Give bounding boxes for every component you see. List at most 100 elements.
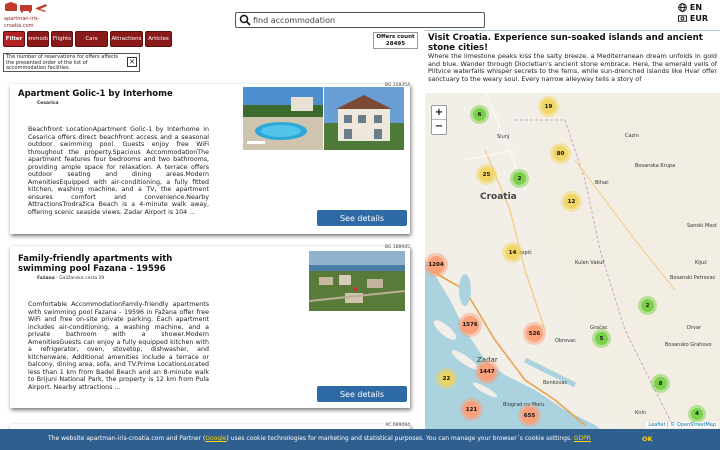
map-background — [425, 30, 720, 450]
map[interactable]: Croatia Bihać Slunj Gospić Zadar Obrovac… — [425, 30, 720, 450]
logo-travel-icons — [5, 2, 47, 13]
cookie-banner: The website apartman-iris-croatia.com an… — [0, 429, 720, 450]
search-icon — [239, 14, 251, 26]
currency-selector[interactable]: EUR — [677, 13, 708, 24]
map-attribution[interactable]: Leaflet | © OpenStreetMap — [646, 422, 718, 428]
map-cluster-marker[interactable]: 2 — [513, 172, 526, 185]
map-place-label: Slunj — [497, 134, 510, 140]
map-cluster-marker[interactable]: 6 — [473, 108, 486, 121]
listing-card[interactable]: BG.188945 Family-friendly apartments wit… — [10, 245, 410, 408]
map-zoom-control: + − — [431, 105, 447, 135]
listing-photo-aerial[interactable] — [309, 251, 405, 311]
language-selector[interactable]: EN — [678, 2, 708, 13]
filter-button[interactable]: Filter — [3, 31, 25, 47]
map-place-label: Bosansko Grahovo — [665, 342, 712, 348]
map-place-label: Ključ — [695, 260, 707, 266]
listing-photo-house[interactable] — [324, 87, 404, 150]
google-link[interactable]: Google — [205, 435, 226, 442]
map-place-label: Benkovac — [543, 380, 568, 386]
map-cluster-marker[interactable]: 14 — [505, 245, 520, 260]
globe-icon — [678, 3, 687, 12]
search-input[interactable] — [253, 14, 481, 26]
site-logo[interactable]: apartman-iris-croatia.com — [4, 2, 66, 29]
currency-label: EUR — [689, 14, 708, 23]
listing-location: Cesarica — [37, 101, 59, 106]
see-details-button[interactable]: See details — [317, 386, 407, 402]
top-bar: apartman-iris-croatia.com EN EUR — [0, 0, 720, 30]
gdpr-link[interactable]: GDPR — [574, 435, 591, 442]
listing-city: Cesarica — [37, 101, 59, 106]
listing-list: BG.158354 Apartment Golic-1 by Interhome… — [0, 76, 425, 450]
aerial-photo — [309, 251, 405, 311]
map-cluster-marker[interactable]: 655 — [521, 407, 538, 424]
map-cluster-marker[interactable]: 8 — [654, 377, 667, 390]
map-place-label: Bosanski Petrovac — [670, 275, 716, 281]
ordering-notice: The number of reservations for offers af… — [3, 53, 140, 72]
offers-count-label: Offers count — [376, 34, 415, 40]
cookie-text-after: ) uses cookie technologies for marketing… — [226, 435, 572, 442]
visit-croatia-panel: Visit Croatia. Experience sun-soaked isl… — [425, 31, 720, 93]
house-photo — [324, 87, 404, 150]
listing-code: BG.188945 — [384, 245, 410, 250]
listing-address: Galižanska cesta 29 — [59, 276, 105, 281]
offers-count-value: 28495 — [385, 41, 406, 47]
listing-code: AC.699084 — [385, 423, 410, 428]
accommodation-button[interactable]: Accommodation — [27, 31, 49, 47]
see-details-button[interactable]: See details — [317, 210, 407, 226]
listing-title[interactable]: Family-friendly apartments with swimming… — [18, 254, 178, 274]
cookie-text: The website apartman-iris-croatia.com an… — [48, 435, 591, 442]
map-cluster-marker[interactable]: 1447 — [478, 363, 496, 381]
visit-title: Visit Croatia. Experience sun-soaked isl… — [428, 33, 703, 53]
close-notice-button[interactable]: ✕ — [127, 57, 137, 67]
cookie-ok-button[interactable]: OK — [642, 435, 653, 443]
offers-count-box: Offers count 28495 — [373, 32, 418, 49]
map-place-label: Gračac — [590, 325, 608, 331]
listing-location: Fažana - Galižanska cesta 29 — [37, 276, 105, 281]
map-place-label: Kulen Vakuf — [575, 260, 605, 266]
attractions-button[interactable]: Attractions — [110, 31, 143, 47]
map-place-label: Bihać — [595, 180, 609, 186]
map-place-label: Biograd na Moru — [503, 402, 545, 408]
map-cluster-marker[interactable]: 1576 — [461, 316, 479, 334]
map-cluster-marker[interactable]: 1204 — [427, 256, 445, 274]
listing-card[interactable]: BG.158354 Apartment Golic-1 by Interhome… — [10, 83, 410, 234]
map-cluster-marker[interactable]: 526 — [526, 325, 543, 342]
logo-url: apartman-iris-croatia.com — [4, 16, 40, 29]
locale-switcher: EN EUR — [677, 2, 708, 24]
pool-photo — [243, 87, 323, 150]
listing-photo-pool[interactable] — [243, 87, 323, 150]
map-place-label: Cazin — [625, 133, 639, 139]
map-cluster-marker[interactable]: 121 — [463, 401, 480, 418]
listing-description: Beachfront LocationApartment Golic-1 by … — [28, 126, 209, 216]
map-place-label: Bosanska Krupa — [635, 163, 676, 169]
map-place-label: Drvar — [687, 325, 701, 331]
map-place-label: Obrovac — [555, 338, 576, 344]
cars-button[interactable]: Cars — [75, 31, 108, 47]
map-place-label: Sanski Most — [687, 223, 717, 229]
listing-city: Fažana — [37, 276, 55, 281]
filter-bar: Filter Accommodation Flights Cars Attrac… — [3, 31, 172, 47]
map-cluster-marker[interactable]: 19 — [541, 99, 556, 114]
visit-text: Where the limestone peaks kiss the salty… — [428, 52, 717, 83]
language-label: EN — [689, 3, 703, 12]
map-cluster-marker[interactable]: 5 — [595, 332, 608, 345]
flights-button[interactable]: Flights — [51, 31, 73, 47]
zoom-out-button[interactable]: − — [432, 120, 446, 134]
zoom-in-button[interactable]: + — [432, 106, 446, 120]
map-cluster-marker[interactable]: 4 — [691, 408, 703, 420]
ordering-notice-text: The number of reservations for offers af… — [6, 54, 119, 71]
logo-icons — [4, 2, 66, 16]
listing-description: Comfortable AccommodationFamily-friendly… — [28, 301, 209, 391]
search-box[interactable] — [235, 12, 485, 28]
map-cluster-marker[interactable]: 80 — [553, 146, 568, 161]
listing-title[interactable]: Apartment Golic-1 by Interhome — [18, 89, 238, 99]
money-icon — [677, 15, 687, 22]
map-cluster-marker[interactable]: 25 — [479, 167, 494, 182]
map-place-label: Knin — [635, 410, 647, 416]
map-cluster-marker[interactable]: 2 — [641, 299, 654, 312]
articles-button[interactable]: Articles — [145, 31, 172, 47]
map-cluster-marker[interactable]: 12 — [564, 194, 579, 209]
cookie-text-before: The website apartman-iris-croatia.com an… — [48, 435, 206, 442]
map-cluster-marker[interactable]: 22 — [439, 371, 454, 386]
map-country-label: Croatia — [480, 192, 517, 202]
